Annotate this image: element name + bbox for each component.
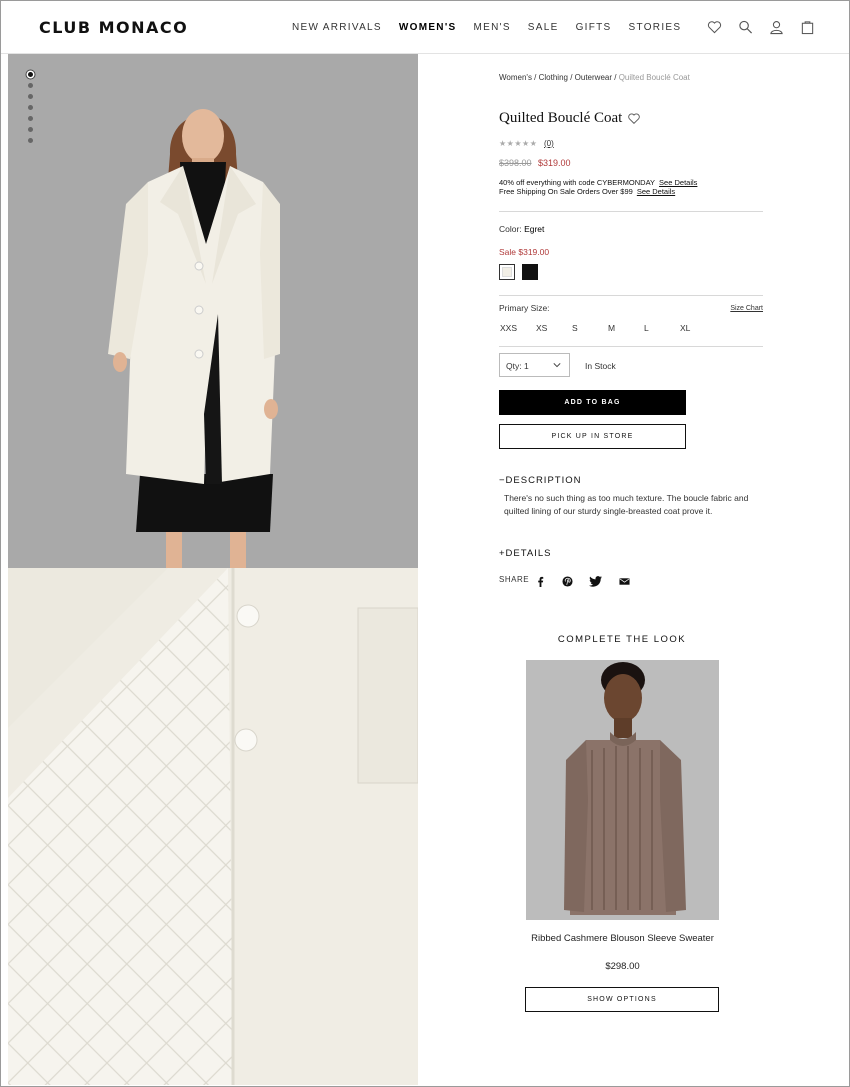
breadcrumb: Women's / Clothing / Outerwear / Quilted… [499, 73, 690, 82]
quantity-select[interactable]: Qty: 1 [499, 353, 570, 377]
review-count[interactable]: (0) [544, 139, 554, 148]
breadcrumb-separator: / [531, 73, 539, 82]
heart-icon[interactable] [707, 19, 722, 35]
twitter-icon[interactable] [589, 574, 602, 587]
recommended-product-name[interactable]: Ribbed Cashmere Blouson Sleeve Sweater [526, 933, 719, 945]
size-chart-link[interactable]: Size Chart [730, 305, 763, 312]
description-text: There's no such thing as too much textur… [504, 493, 749, 516]
nav-stories[interactable]: STORIES [629, 22, 682, 33]
breadcrumb-womens[interactable]: Women's [499, 73, 532, 82]
product-title: Quilted Bouclé Coat [499, 110, 623, 126]
recommended-product-image[interactable] [526, 660, 719, 920]
gallery-dots [28, 72, 33, 143]
divider [499, 211, 763, 212]
show-options-button[interactable]: SHOW OPTIONS [525, 987, 719, 1012]
promo-text-1: 40% off everything with code CYBERMONDAY [499, 178, 656, 187]
breadcrumb-separator: / [612, 73, 619, 82]
product-image-main[interactable] [8, 54, 418, 568]
promo-block: 40% off everything with code CYBERMONDAY… [499, 178, 697, 196]
nav-gifts[interactable]: GIFTS [576, 22, 612, 33]
size-xl[interactable]: XL [680, 323, 716, 333]
description-toggle[interactable]: −DESCRIPTION [499, 475, 581, 486]
nav-new-arrivals[interactable]: NEW ARRIVALS [292, 22, 382, 33]
gallery-dot-7[interactable] [28, 138, 33, 143]
gallery-dot-4[interactable] [28, 105, 33, 110]
wishlist-heart-icon[interactable] [627, 112, 641, 125]
gallery-dot-3[interactable] [28, 94, 33, 99]
gallery-dot-1[interactable] [28, 72, 33, 77]
promo-see-details-1[interactable]: See Details [659, 178, 697, 187]
size-xs[interactable]: XS [536, 323, 572, 333]
original-price: $398.00 [499, 158, 532, 168]
variant-sale-price: Sale $319.00 [499, 247, 550, 257]
brand-logo[interactable]: CLUB MONACO [39, 18, 188, 37]
breadcrumb-current: Quilted Bouclé Coat [618, 73, 690, 82]
facebook-icon[interactable] [535, 574, 546, 587]
quantity-value: Qty: 1 [506, 361, 529, 371]
color-label-text: Color: [499, 224, 522, 234]
gallery-dot-6[interactable] [28, 127, 33, 132]
breadcrumb-clothing[interactable]: Clothing [539, 73, 568, 82]
promo-line-1: 40% off everything with code CYBERMONDAY… [499, 178, 697, 187]
details-toggle[interactable]: +DETAILS [499, 548, 551, 559]
header-icons [707, 19, 815, 35]
gallery-dot-5[interactable] [28, 116, 33, 121]
pick-up-in-store-button[interactable]: PICK UP IN STORE [499, 424, 686, 449]
nav-sale[interactable]: SALE [528, 22, 559, 33]
swatch-black[interactable] [522, 264, 538, 280]
product-image-detail[interactable] [8, 568, 418, 1085]
search-icon[interactable] [738, 19, 753, 35]
complete-the-look-heading: COMPLETE THE LOOK [557, 634, 687, 645]
add-to-bag-button[interactable]: ADD TO BAG [499, 390, 686, 415]
size-m[interactable]: M [608, 323, 644, 333]
chevron-down-icon [553, 363, 561, 368]
breadcrumb-separator: / [567, 73, 575, 82]
promo-text-2: Free Shipping On Sale Orders Over $99 [499, 187, 633, 196]
site-header: CLUB MONACO NEW ARRIVALS WOMEN'S MEN'S S… [1, 1, 849, 54]
size-l[interactable]: L [644, 323, 680, 333]
color-value: Egret [524, 224, 545, 234]
color-label: Color: Egret [499, 224, 544, 234]
gallery-dot-2[interactable] [28, 83, 33, 88]
sale-price: $319.00 [538, 158, 571, 168]
breadcrumb-outerwear[interactable]: Outerwear [575, 73, 612, 82]
stock-status: In Stock [585, 361, 616, 371]
divider [499, 346, 763, 347]
bag-icon[interactable] [800, 19, 815, 35]
promo-line-2: Free Shipping On Sale Orders Over $99 See… [499, 187, 697, 196]
email-icon[interactable] [619, 574, 630, 585]
recommended-product-price: $298.00 [605, 961, 640, 972]
rating-stars: ★★★★★ [499, 139, 538, 148]
size-options: XXS XS S M L XL [500, 323, 716, 333]
main-nav: NEW ARRIVALS WOMEN'S MEN'S SALE GIFTS ST… [292, 22, 681, 33]
nav-mens[interactable]: MEN'S [473, 22, 510, 33]
share-label: SHARE [499, 575, 530, 584]
nav-womens[interactable]: WOMEN'S [399, 22, 457, 33]
account-icon[interactable] [769, 19, 784, 35]
pinterest-icon[interactable] [562, 574, 573, 587]
size-label: Primary Size: [499, 303, 550, 313]
promo-see-details-2[interactable]: See Details [637, 187, 675, 196]
size-xxs[interactable]: XXS [500, 323, 536, 333]
swatch-egret[interactable] [499, 264, 515, 280]
divider [499, 295, 763, 296]
size-s[interactable]: S [572, 323, 608, 333]
